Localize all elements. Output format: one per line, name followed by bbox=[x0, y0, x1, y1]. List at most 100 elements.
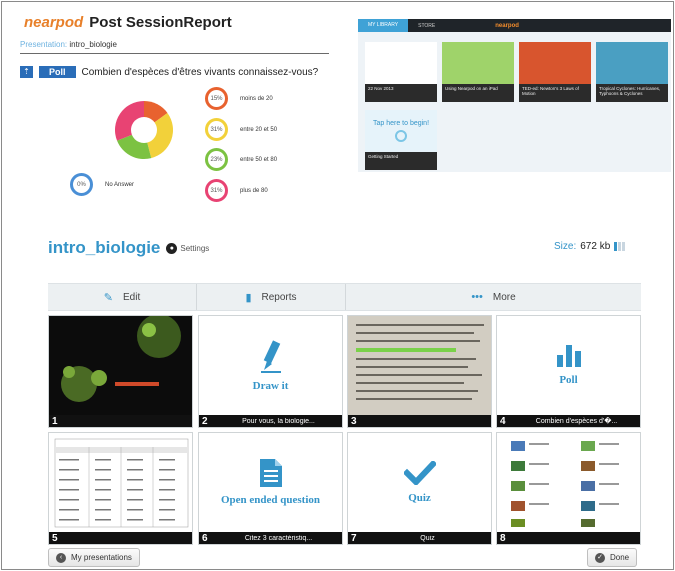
chevron-left-icon: ‹ bbox=[56, 552, 66, 563]
card-caption: Getting Started bbox=[368, 154, 399, 159]
pencil-icon bbox=[260, 340, 281, 373]
edit-button[interactable]: ✎ Edit bbox=[48, 284, 196, 310]
settings-link[interactable]: ● Settings bbox=[166, 242, 210, 254]
slide-number: 4 bbox=[500, 415, 506, 427]
answer-pct: 31% bbox=[205, 179, 228, 202]
gear-icon: ● bbox=[166, 242, 178, 254]
reports-label: Reports bbox=[261, 291, 297, 303]
pencil-icon: ✎ bbox=[103, 291, 113, 304]
card-caption: 22 Nov 2013 bbox=[368, 86, 394, 91]
slide-1[interactable]: 1 bbox=[48, 315, 193, 428]
card-caption: Tropical Cyclones: Hurricanes, Typhoons … bbox=[599, 86, 661, 97]
slide-4[interactable]: Poll 4 Combien d'espèces d'�... bbox=[496, 315, 641, 428]
slide-footer: 2 Pour vous, la biologie... bbox=[199, 415, 342, 427]
slide-title: Draw it bbox=[252, 380, 289, 392]
slide-7[interactable]: Quiz 7 Quiz bbox=[347, 432, 492, 545]
presentation-name: intro_biologie bbox=[69, 40, 117, 49]
tablet-card: Tap here to begin! Getting Started bbox=[365, 110, 437, 170]
my-presentations-label: My presentations bbox=[71, 553, 132, 562]
toolbar: ✎ Edit ▮ Reports ••• More bbox=[48, 283, 641, 311]
window: nearpod Post SessionReport Presentation:… bbox=[1, 1, 674, 570]
slide-number: 3 bbox=[351, 415, 357, 427]
textbook-image bbox=[348, 316, 491, 417]
slide-footer: 5 bbox=[49, 532, 192, 544]
slide-6[interactable]: Open ended question 6 Citez 3 caractéris… bbox=[198, 432, 343, 545]
bar-chart-icon bbox=[556, 345, 581, 367]
presentation-line: Presentation: intro_biologie bbox=[20, 40, 117, 49]
poll-tag: Poll bbox=[39, 66, 76, 78]
cells-image bbox=[61, 316, 181, 402]
answer-pct: 15% bbox=[205, 87, 228, 110]
up-arrow-icon: ⇡ bbox=[20, 66, 33, 78]
slide-label: Combien d'espèces d'�... bbox=[535, 418, 618, 425]
done-label: Done bbox=[610, 553, 630, 562]
answer-4: 31% plus de 80 bbox=[205, 179, 268, 202]
done-button[interactable]: ✓ Done bbox=[587, 548, 638, 567]
card-image bbox=[442, 42, 514, 84]
card-image bbox=[365, 42, 437, 84]
card-caption: Using Nearpod on an iPad bbox=[445, 86, 498, 91]
checkmark-icon bbox=[403, 461, 436, 485]
slide-content: Open ended question bbox=[199, 433, 342, 532]
document-icon bbox=[259, 459, 282, 487]
storage-bars-icon bbox=[614, 242, 626, 251]
poll-question: Combien d'espèces d'êtres vivants connai… bbox=[81, 66, 319, 78]
tablet-card: Tropical Cyclones: Hurricanes, Typhoons … bbox=[596, 42, 668, 102]
slide-content: Draw it bbox=[199, 316, 342, 415]
size-indicator: Size: 672 kb bbox=[554, 241, 626, 252]
gallery-image bbox=[511, 441, 619, 527]
tap-target-icon bbox=[395, 130, 407, 142]
answer-label: No Answer bbox=[105, 181, 135, 188]
presentation-title: intro_biologie bbox=[48, 238, 161, 257]
slide-content: Poll bbox=[497, 316, 640, 415]
report-title: Post SessionReport bbox=[89, 14, 232, 31]
poll-donut-chart bbox=[115, 101, 173, 159]
answer-label: moins de 20 bbox=[240, 95, 273, 102]
tab-store: STORE bbox=[418, 22, 436, 29]
answer-2: 31% entre 20 et 50 bbox=[205, 118, 277, 141]
table-image bbox=[54, 438, 189, 528]
slide-8[interactable]: 8 bbox=[496, 432, 641, 545]
poll-question-row: ⇡ Poll Combien d'espèces d'êtres vivants… bbox=[20, 66, 318, 78]
slide-number: 1 bbox=[52, 415, 58, 427]
slide-footer: 8 bbox=[497, 532, 640, 544]
slide-number: 6 bbox=[202, 532, 208, 544]
slide-footer: 7 Quiz bbox=[348, 532, 491, 544]
presentation-label: Presentation: bbox=[20, 40, 68, 49]
answer-1: 15% moins de 20 bbox=[205, 87, 273, 110]
tablet-card: TED-ed: Newton's 3 Laws of Motion bbox=[519, 42, 591, 102]
slide-2[interactable]: Draw it 2 Pour vous, la biologie... bbox=[198, 315, 343, 428]
slide-footer: 4 Combien d'espèces d'�... bbox=[497, 415, 640, 427]
slide-content: Quiz bbox=[348, 433, 491, 532]
slide-label: Citez 3 caractéristiq... bbox=[244, 534, 313, 542]
slide-label: Pour vous, la biologie... bbox=[242, 417, 315, 425]
tap-text: Tap here to begin! bbox=[372, 120, 430, 127]
divider bbox=[20, 53, 329, 54]
answer-pct: 0% bbox=[70, 173, 93, 196]
ellipsis-icon: ••• bbox=[471, 291, 483, 303]
reports-button[interactable]: ▮ Reports bbox=[196, 284, 345, 310]
size-value: 672 kb bbox=[580, 241, 611, 252]
bar-chart-icon: ▮ bbox=[245, 291, 252, 304]
card-image bbox=[519, 42, 591, 84]
slide-title: Open ended question bbox=[220, 494, 321, 506]
tablet-tab-bar: MY LIBRARY STORE nearpod bbox=[358, 19, 671, 32]
edit-label: Edit bbox=[122, 291, 141, 303]
slide-label: Quiz bbox=[420, 534, 435, 542]
answer-label: entre 50 et 80 bbox=[240, 156, 278, 163]
presentation-title-row: intro_biologie ● Settings bbox=[48, 238, 209, 258]
slide-5[interactable]: 5 bbox=[48, 432, 193, 545]
answer-pct: 23% bbox=[205, 148, 228, 171]
more-button[interactable]: ••• More bbox=[345, 284, 641, 310]
slide-3[interactable]: 3 bbox=[347, 315, 492, 428]
slide-number: 2 bbox=[202, 415, 208, 427]
slide-footer: 3 bbox=[348, 415, 491, 427]
slide-title: Quiz bbox=[408, 492, 431, 504]
my-presentations-button[interactable]: ‹ My presentations bbox=[48, 548, 140, 567]
tab-my-library: MY LIBRARY bbox=[358, 19, 409, 32]
settings-label: Settings bbox=[180, 243, 210, 253]
card-image: Tap here to begin! bbox=[365, 110, 437, 152]
slide-number: 5 bbox=[52, 532, 58, 544]
slide-number: 8 bbox=[500, 532, 506, 544]
answer-label: entre 20 et 50 bbox=[240, 126, 278, 133]
